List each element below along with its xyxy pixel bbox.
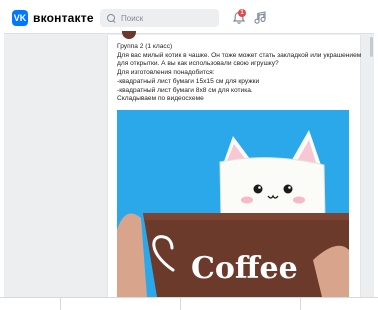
divider [180,298,181,310]
post-line: Для изготовления понадобится: [117,69,215,77]
search-input[interactable]: Поиск [100,9,219,27]
post-line: Для вас милый котик в чашке. Он тоже мож… [117,51,362,59]
avatar[interactable] [122,31,136,39]
top-navigation-bar: VK вконтакте Поиск 1 [4,2,374,34]
search-placeholder: Поиск [121,13,144,23]
paper-cat-in-cup-illustration: Coffee [117,110,349,297]
post-text: Группа 2 (1 класс) Для вас милый котик в… [117,43,362,104]
post-line: для открытки. А вы как использовали свою… [117,60,279,68]
vk-logo[interactable]: VK вконтакте [12,10,94,26]
right-scrollbar-area[interactable] [362,35,374,297]
post-line: -квадратный лист бумаги 15х15 см для кру… [117,77,260,85]
wall-post: Группа 2 (1 класс) Для вас милый котик в… [107,31,362,297]
vk-logo-icon: VK [12,10,28,26]
search-icon [107,13,116,23]
left-sidebar [4,35,104,297]
post-line: -квадратный лист бумаги 8х8 см для котик… [117,86,253,94]
vk-window: VK вконтакте Поиск 1 Группа 2 (1 класс) … [4,2,374,297]
notifications-badge: 1 [238,9,246,17]
music-note-icon[interactable] [254,10,268,26]
divider [300,298,301,310]
post-line: Группа 2 (1 класс) [117,43,173,50]
bottom-ruler [0,297,378,310]
scrollbar-thumb[interactable] [370,37,373,57]
post-photo[interactable]: Coffee [117,110,349,297]
divider [60,298,61,310]
post-line: Складываем по видеосхеме [117,95,204,103]
cup-text: Coffee [191,251,298,286]
logo-text: вконтакте [33,11,94,25]
